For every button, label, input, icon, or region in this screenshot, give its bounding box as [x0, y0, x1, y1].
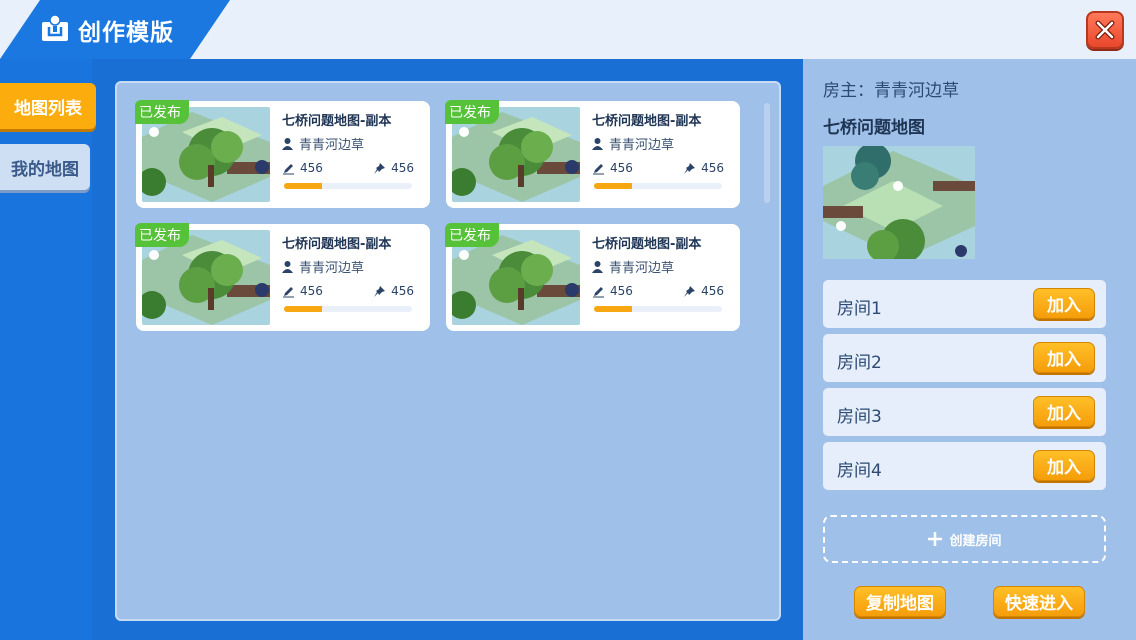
author-name: 青青河边草 — [299, 261, 365, 276]
map-detail-panel: 房主：青青河边草 七桥问题地图 房间1 加入 房间2 加入 房间3 加入 房间4… — [803, 59, 1136, 640]
create-room-label: 创建房间 — [949, 533, 1002, 549]
published-badge: 已发布 — [135, 223, 189, 247]
room-label: 房间3 — [837, 407, 882, 427]
edit-count: 456 — [610, 284, 633, 298]
author-name: 青青河边草 — [299, 138, 365, 153]
progress-fill — [284, 306, 323, 312]
map-card[interactable]: 已发布 七桥问题地图-副本 青青河边草 456 456 — [135, 100, 430, 208]
plus-icon — [928, 532, 943, 546]
pin-count: 456 — [391, 161, 414, 175]
map-preview-image — [823, 146, 975, 259]
pencil-icon — [283, 286, 294, 297]
room-item: 房间4 加入 — [823, 442, 1106, 490]
sidebar-item-my-maps[interactable]: 我的地图 — [0, 144, 90, 190]
map-card[interactable]: 已发布 七桥问题地图-副本 青青河边草 456 456 — [445, 223, 740, 331]
room-label: 房间4 — [837, 461, 882, 481]
published-badge: 已发布 — [445, 223, 499, 247]
progress-fill — [594, 183, 633, 189]
close-icon — [1095, 20, 1115, 40]
close-button[interactable] — [1086, 11, 1124, 49]
edit-count: 456 — [300, 161, 323, 175]
join-room-button[interactable]: 加入 — [1033, 342, 1095, 373]
edit-count: 456 — [300, 284, 323, 298]
edit-count: 456 — [610, 161, 633, 175]
pin-icon — [684, 285, 696, 297]
pin-count: 456 — [701, 161, 724, 175]
pencil-icon — [593, 163, 604, 174]
card-author: 青青河边草 — [282, 134, 364, 153]
user-icon — [282, 260, 293, 273]
card-title: 七桥问题地图-副本 — [592, 237, 702, 252]
user-icon — [592, 260, 603, 273]
room-item: 房间2 加入 — [823, 334, 1106, 382]
pin-icon — [684, 162, 696, 174]
room-item: 房间3 加入 — [823, 388, 1106, 436]
map-card[interactable]: 已发布 七桥问题地图-副本 青青河边草 456 456 — [135, 223, 430, 331]
card-author: 青青河边草 — [592, 257, 674, 276]
quick-enter-button[interactable]: 快速进入 — [993, 586, 1085, 617]
card-title: 七桥问题地图-副本 — [592, 114, 702, 129]
page-title: 创作模版 — [78, 20, 174, 46]
sidebar-item-map-list[interactable]: 地图列表 — [0, 83, 96, 129]
author-name: 青青河边草 — [609, 261, 675, 276]
copy-map-button[interactable]: 复制地图 — [854, 586, 946, 617]
join-room-button[interactable]: 加入 — [1033, 450, 1095, 481]
scrollbar[interactable] — [764, 103, 770, 203]
pin-count: 456 — [391, 284, 414, 298]
pencil-icon — [593, 286, 604, 297]
pencil-icon — [283, 163, 294, 174]
room-item: 房间1 加入 — [823, 280, 1106, 328]
join-room-button[interactable]: 加入 — [1033, 396, 1095, 427]
published-badge: 已发布 — [445, 100, 499, 124]
progress-fill — [594, 306, 633, 312]
progress-bar — [284, 183, 412, 189]
progress-fill — [284, 183, 323, 189]
author-name: 青青河边草 — [609, 138, 675, 153]
pin-icon — [374, 285, 386, 297]
map-card[interactable]: 已发布 七桥问题地图-副本 青青河边草 456 456 — [445, 100, 740, 208]
card-author: 青青河边草 — [592, 134, 674, 153]
progress-bar — [284, 306, 412, 312]
card-title: 七桥问题地图-副本 — [282, 237, 392, 252]
user-icon — [282, 137, 293, 150]
progress-bar — [594, 306, 722, 312]
pin-icon — [374, 162, 386, 174]
map-name: 七桥问题地图 — [823, 118, 925, 138]
map-list-panel: 已发布 七桥问题地图-副本 青青河边草 456 456 已发布 七桥问题地图-副… — [115, 81, 781, 621]
card-author: 青青河边草 — [282, 257, 364, 276]
pin-count: 456 — [701, 284, 724, 298]
progress-bar — [594, 183, 722, 189]
room-owner: 房主：青青河边草 — [823, 81, 959, 101]
lightbulb-icon — [42, 14, 68, 41]
room-label: 房间1 — [837, 299, 882, 319]
join-room-button[interactable]: 加入 — [1033, 288, 1095, 319]
card-title: 七桥问题地图-副本 — [282, 114, 392, 129]
room-label: 房间2 — [837, 353, 882, 373]
create-room-button[interactable]: 创建房间 — [823, 515, 1106, 563]
user-icon — [592, 137, 603, 150]
published-badge: 已发布 — [135, 100, 189, 124]
sidebar: 地图列表 我的地图 — [0, 59, 96, 640]
